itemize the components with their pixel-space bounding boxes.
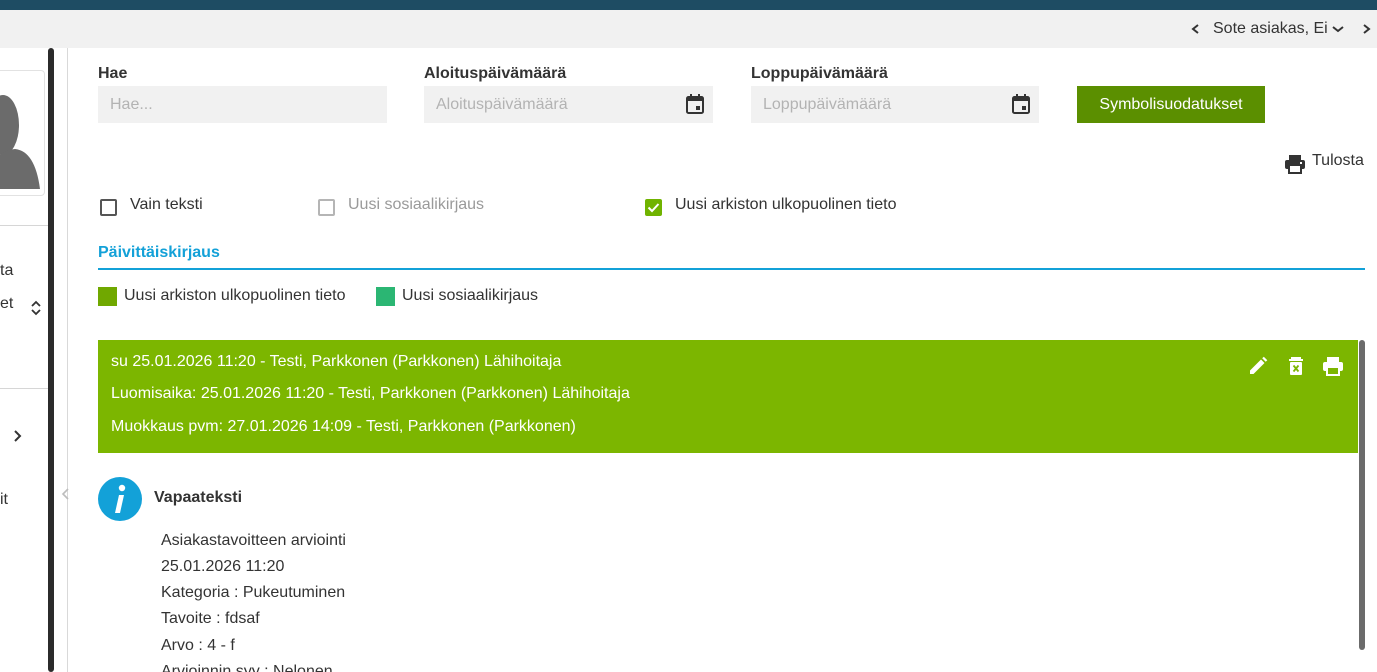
entry-body-line: Asiakastavoitteen arviointi	[161, 532, 346, 549]
chevron-right-icon[interactable]	[1358, 19, 1374, 39]
calendar-icon[interactable]	[686, 94, 704, 114]
entry-body-line: Arvioinnin syy : Nelonen	[161, 663, 333, 672]
collapse-panel-icon[interactable]	[60, 486, 72, 502]
expand-collapse-icon[interactable]	[29, 298, 43, 318]
info-icon	[98, 477, 142, 521]
left-panel-scrollbar[interactable]	[48, 48, 54, 672]
printer-icon	[1285, 155, 1305, 174]
checkbox-label: Uusi arkiston ulkopuolinen tieto	[675, 196, 897, 213]
section-title: Päivittäiskirjaus	[98, 244, 220, 261]
checkbox-box[interactable]	[645, 199, 662, 216]
start-date-label: Aloituspäivämäärä	[424, 65, 567, 82]
entry-body-line: 25.01.2026 11:20	[161, 558, 285, 575]
entry-modified: Muokkaus pvm: 27.01.2026 14:09 - Testi, …	[111, 418, 576, 435]
checkmark-icon	[647, 203, 660, 213]
sidebar-item-label[interactable]: it	[0, 491, 8, 509]
checkbox-label: Uusi sosiaalikirjaus	[348, 196, 485, 213]
end-date-label: Loppupäivämäärä	[751, 65, 888, 82]
entry-body-title: Vapaateksti	[154, 489, 243, 506]
chevron-right-icon[interactable]	[10, 428, 24, 444]
entry-body-line: Arvo : 4 - f	[161, 637, 235, 654]
legend-swatch	[98, 287, 117, 306]
entry-created: Luomisaika: 25.01.2026 11:20 - Testi, Pa…	[111, 385, 630, 402]
start-date-input[interactable]	[424, 86, 713, 123]
checkbox-label: Vain teksti	[130, 196, 203, 213]
top-bar	[0, 0, 1377, 10]
checkbox-box[interactable]	[100, 199, 117, 216]
delete-icon[interactable]	[1285, 355, 1307, 377]
person-silhouette-icon	[0, 95, 40, 189]
print-label: Tulosta	[1312, 152, 1364, 169]
customer-context-label[interactable]: Sote asiakas, Ei	[1213, 20, 1328, 38]
entry-title: su 25.01.2026 11:20 - Testi, Parkkonen (…	[111, 353, 562, 370]
left-side-panel: ta et it	[0, 48, 52, 672]
panel-separator	[67, 48, 68, 672]
entry-body-line: Tavoite : fdsaf	[161, 610, 260, 627]
legend-label: Uusi arkiston ulkopuolinen tieto	[124, 287, 346, 304]
entry-header: su 25.01.2026 11:20 - Testi, Parkkonen (…	[98, 340, 1358, 453]
edit-icon[interactable]	[1247, 355, 1269, 377]
end-date-input[interactable]	[751, 86, 1039, 123]
calendar-icon[interactable]	[1012, 94, 1030, 114]
legend-swatch	[376, 287, 395, 306]
content-scrollbar[interactable]	[1359, 340, 1365, 650]
print-icon[interactable]	[1322, 355, 1344, 377]
divider	[0, 225, 48, 226]
avatar	[0, 70, 45, 196]
checkbox-box[interactable]	[318, 199, 335, 216]
sidebar-item-label[interactable]: et	[0, 295, 13, 313]
section-underline	[98, 268, 1365, 270]
chevron-left-icon[interactable]	[1188, 19, 1204, 39]
legend-label: Uusi sosiaalikirjaus	[402, 287, 539, 304]
chevron-down-icon[interactable]	[1330, 19, 1346, 39]
search-input[interactable]	[98, 86, 387, 123]
context-bar: Sote asiakas, Ei	[0, 10, 1377, 48]
sidebar-item-label[interactable]: ta	[0, 262, 13, 280]
entry-body-line: Kategoria : Pukeutuminen	[161, 584, 346, 601]
symbol-filters-button[interactable]: Symbolisuodatukset	[1077, 86, 1265, 123]
search-label: Hae	[98, 65, 128, 82]
divider	[0, 388, 48, 389]
